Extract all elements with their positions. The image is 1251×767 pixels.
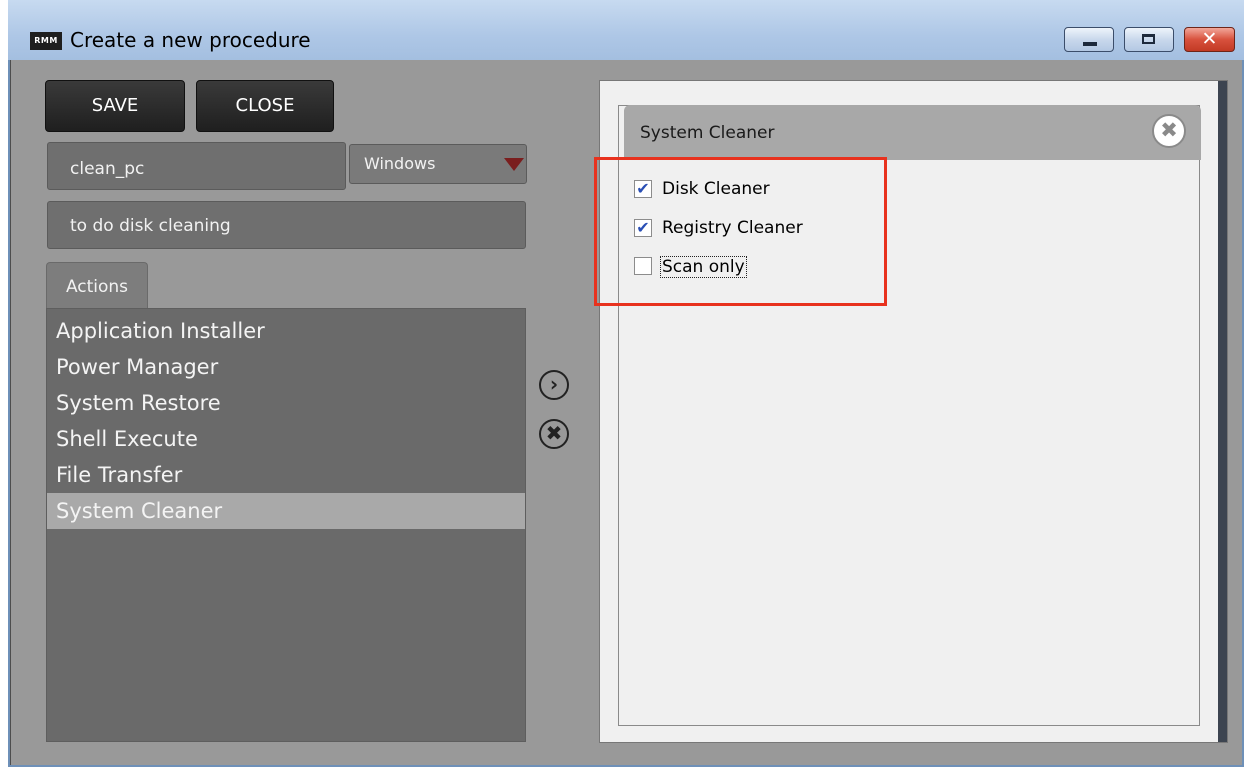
os-select-value: Windows	[364, 154, 436, 173]
procedure-name-input[interactable]: clean_pc	[47, 142, 346, 190]
dropdown-arrow-icon	[504, 158, 524, 171]
list-item-file-transfer[interactable]: File Transfer	[47, 457, 525, 493]
registry-cleaner-label: Registry Cleaner	[662, 218, 803, 238]
list-item-shell-execute[interactable]: Shell Execute	[47, 421, 525, 457]
minimize-icon	[1083, 42, 1097, 46]
client-area: SAVE CLOSE clean_pc Windows to do disk c…	[10, 60, 1242, 765]
window-title: Create a new procedure	[70, 28, 311, 52]
registry-cleaner-checkbox[interactable]: ✔	[634, 219, 652, 237]
tab-actions[interactable]: Actions	[46, 262, 148, 308]
panel-scrollbar[interactable]	[1218, 81, 1227, 742]
procedure-steps-panel: System Cleaner ✖ ✔ Disk Cleaner ✔ Regist…	[599, 80, 1228, 743]
remove-action-button[interactable]: ✖	[539, 419, 569, 449]
scan-only-checkbox[interactable]	[634, 257, 652, 275]
list-item-system-restore[interactable]: System Restore	[47, 385, 525, 421]
list-item-application-installer[interactable]: Application Installer	[47, 313, 525, 349]
card-title: System Cleaner	[640, 123, 775, 143]
save-button[interactable]: SAVE	[45, 80, 185, 132]
card-close-button[interactable]: ✖	[1152, 114, 1186, 148]
close-icon: ✕	[1201, 28, 1218, 50]
title-bar[interactable]: RMM Create a new procedure ✕	[8, 0, 1244, 60]
description-input[interactable]: to do disk cleaning	[47, 201, 526, 249]
maximize-button[interactable]	[1124, 27, 1174, 52]
close-circle-icon: ✖	[1160, 118, 1178, 142]
os-select[interactable]: Windows	[349, 144, 527, 184]
close-circle-icon: ✖	[545, 421, 563, 445]
actions-list: Application Installer Power Manager Syst…	[46, 308, 526, 742]
minimize-button[interactable]	[1064, 27, 1114, 52]
card-header: System Cleaner ✖	[624, 105, 1201, 160]
app-window: RMM Create a new procedure ✕ SAVE CLOSE …	[8, 0, 1244, 767]
list-item-system-cleaner[interactable]: System Cleaner	[47, 493, 525, 529]
close-button[interactable]: CLOSE	[196, 80, 334, 132]
app-logo: RMM	[30, 32, 62, 50]
window-close-button[interactable]: ✕	[1184, 27, 1235, 52]
scan-only-label: Scan only	[660, 256, 747, 278]
list-item-power-manager[interactable]: Power Manager	[47, 349, 525, 385]
chevron-right-icon: ›	[549, 372, 559, 396]
disk-cleaner-checkbox[interactable]: ✔	[634, 180, 652, 198]
maximize-icon	[1142, 34, 1155, 44]
add-action-button[interactable]: ›	[539, 370, 569, 400]
disk-cleaner-label: Disk Cleaner	[662, 179, 770, 199]
